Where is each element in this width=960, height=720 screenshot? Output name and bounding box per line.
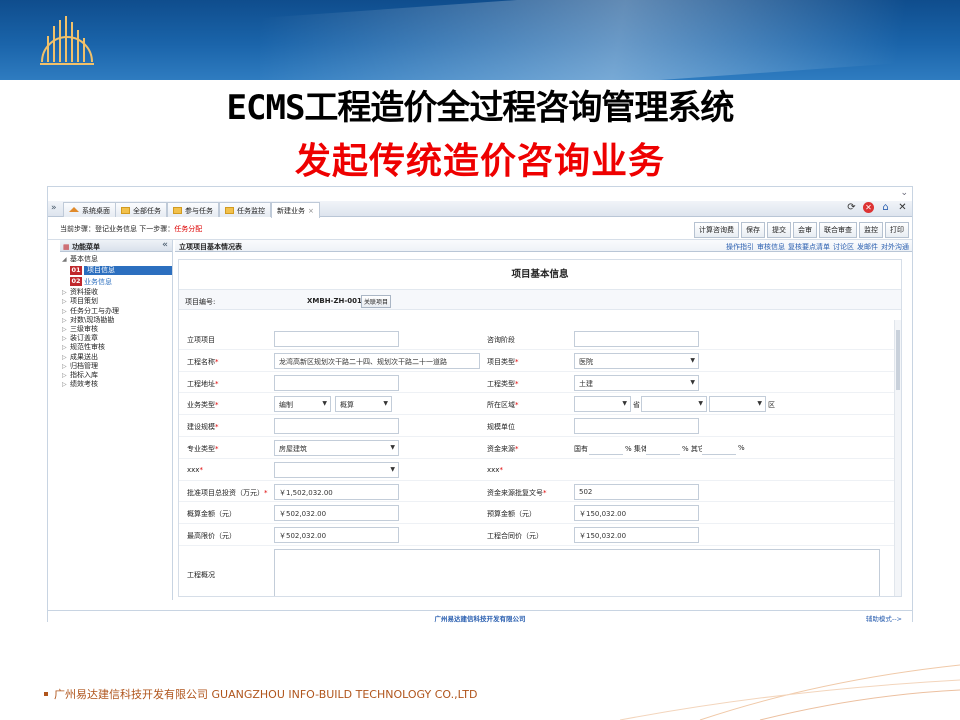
company-footer: 广州易达建信科技开发有限公司 GUANGZHOU INFO-BUILD TECH… [44, 686, 477, 702]
slide: ECMS工程造价全过程咨询管理系统 发起传统造价咨询业务 ⌄ » 系统桌面 全部… [0, 0, 960, 720]
decorative-curves [619, 664, 960, 720]
